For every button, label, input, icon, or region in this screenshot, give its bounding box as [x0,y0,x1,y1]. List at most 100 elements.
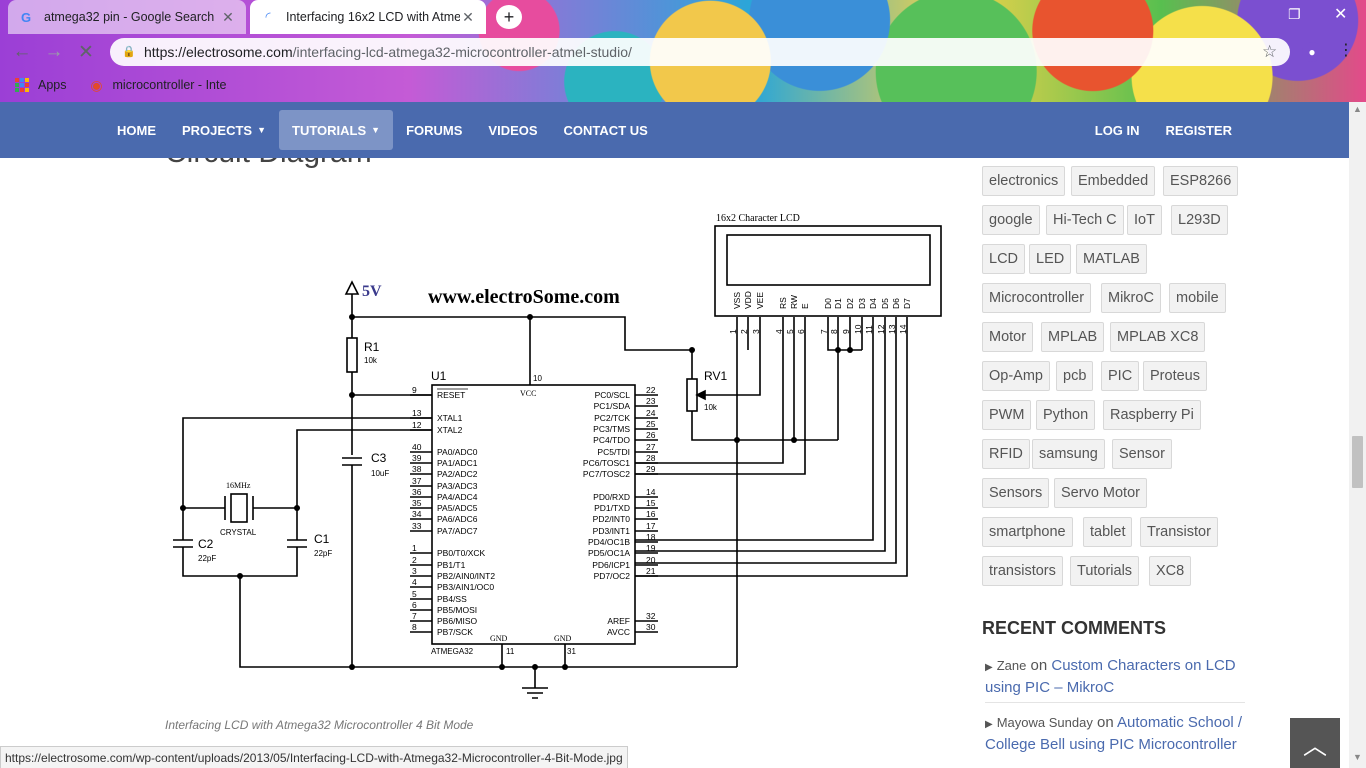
tag-link[interactable]: mobile [1169,283,1226,313]
tag-link[interactable]: PIC [1101,361,1140,391]
chrome-menu-icon[interactable]: ⋮ [1338,40,1354,60]
tag-link[interactable]: Sensor [1112,439,1172,469]
tag-link[interactable]: Tutorials [1070,556,1140,586]
close-tab-icon[interactable]: ✕ [460,9,476,26]
u1-label: U1 [431,369,447,383]
tab-interfacing-lcd[interactable]: ◜ Interfacing 16x2 LCD with Atmeg ✕ [250,0,486,34]
pin-name: AREF [607,616,630,626]
scroll-up-icon[interactable]: ▲ [1353,104,1362,114]
tag-link[interactable]: L293D [1171,205,1228,235]
nav-videos[interactable]: VIDEOS [475,110,550,150]
pin-number: 17 [646,521,656,531]
tag-link[interactable]: LCD [982,244,1026,274]
pin-number: 30 [646,622,656,632]
tag-link[interactable]: MPLAB XC8 [1110,322,1206,352]
address-bar[interactable]: 🔒 https://electrosome.com/interfacing-lc… [110,38,1290,66]
recent-comments-heading: RECENT COMMENTS [982,618,1166,638]
pin-name: PB5/MOSI [437,605,477,615]
tag-link[interactable]: Sensors [982,478,1050,508]
bookmark-star-icon[interactable]: ☆ [1262,42,1277,62]
pin-name: PC1/SDA [594,401,631,411]
tag-link[interactable]: RFID [982,439,1030,469]
comment-author[interactable]: Mayowa Sunday [997,715,1093,730]
tag-link[interactable]: Motor [982,322,1034,352]
nav-tutorials[interactable]: TUTORIALS ▼ [279,110,394,150]
crystal-frequency: 16MHz [226,481,251,490]
lcd-pin-number: 8 [829,329,839,334]
tag-link[interactable]: tablet [1083,517,1133,547]
back-button[interactable]: ← [10,40,34,64]
tag-link[interactable]: Servo Motor [1054,478,1147,508]
profile-avatar[interactable]: ● [1302,42,1322,62]
pin-number: 35 [412,498,422,508]
nav-register[interactable]: REGISTER [1153,110,1245,150]
pin-number: 26 [646,430,656,440]
nav-projects[interactable]: PROJECTS ▼ [169,110,279,150]
tag-link[interactable]: LED [1029,244,1072,274]
tag-link[interactable]: Microcontroller [982,283,1092,313]
tag-link[interactable]: PWM [982,400,1032,430]
page-scrollbar[interactable] [1349,102,1366,768]
tag-link[interactable]: pcb [1056,361,1094,391]
pin-number: 29 [646,464,656,474]
tag-link[interactable]: transistors [982,556,1063,586]
stop-loading-button[interactable]: ✕ [74,40,98,64]
tag-link[interactable]: IoT [1127,205,1162,235]
nav-log-in[interactable]: LOG IN [1082,110,1153,150]
tag-link[interactable]: smartphone [982,517,1073,547]
tag-link[interactable]: samsung [1032,439,1105,469]
pin-name: PA1/ADC1 [437,458,478,468]
lcd-pin-number: 3 [751,329,761,334]
tab-title: atmega32 pin - Google Search [44,10,215,24]
pin-number: 22 [646,385,656,395]
scrollbar-thumb[interactable] [1352,436,1363,488]
tab-google-search[interactable]: G atmega32 pin - Google Search ✕ [8,0,246,34]
r1-label: R1 [364,340,380,354]
nav-home[interactable]: HOME [104,110,169,150]
back-to-top-button[interactable]: ︿ [1290,718,1340,768]
nav-contact-us[interactable]: CONTACT US [551,110,661,150]
tag-link[interactable]: electronics [982,166,1066,196]
tag-link[interactable]: ESP8266 [1163,166,1239,196]
tag-link[interactable]: Hi-Tech C [1046,205,1124,235]
circuit-diagram[interactable]: 9 RESET13 XTAL112 XTAL240 PA0/ADC039 PA1/ADC1… [165,185,955,705]
tag-link[interactable]: MPLAB [1041,322,1105,352]
pin-name: PB4/SS [437,594,467,604]
pin-number: 25 [646,419,656,429]
bookmark-microcontroller[interactable]: ◉ microcontroller - Inte [89,77,226,93]
close-tab-icon[interactable]: ✕ [220,9,236,26]
forward-button[interactable]: → [42,40,66,64]
pin-name: PD5/OC1A [588,548,630,558]
lcd-pin-name: E [800,303,810,309]
tag-link[interactable]: Transistor [1140,517,1218,547]
scroll-down-icon[interactable]: ▼ [1353,752,1362,762]
comment-author[interactable]: Zane [997,658,1027,673]
divider [985,702,1245,703]
chip-name: ATMEGA32 [431,647,474,656]
close-window-icon[interactable]: ✕ [1334,4,1347,24]
pin-number: 39 [412,453,422,463]
lock-icon: 🔒 [122,46,136,58]
pin-name: PD2/INT0 [593,514,631,524]
lcd-pin-name: VEE [755,292,765,309]
pin-number: 34 [412,509,422,519]
tag-link[interactable]: Python [1036,400,1096,430]
tag-link[interactable]: Embedded [1071,166,1156,196]
tag-link[interactable]: Op-Amp [982,361,1050,391]
restore-window-icon[interactable]: ❐ [1288,6,1304,22]
pin-number: 32 [646,611,656,621]
pin-number: 16 [646,509,656,519]
tag-link[interactable]: Raspberry Pi [1103,400,1201,430]
tag-link[interactable]: MATLAB [1076,244,1147,274]
new-tab-button[interactable]: + [496,5,522,29]
tag-link[interactable]: google [982,205,1040,235]
tag-link[interactable]: XC8 [1149,556,1192,586]
status-bar: https://electrosome.com/wp-content/uploa… [0,746,628,768]
tag-link[interactable]: Proteus [1143,361,1207,391]
nav-forums[interactable]: FORUMS [393,110,475,150]
lcd-pin-name: VSS [732,292,742,309]
tag-link[interactable]: MikroC [1101,283,1161,313]
bullet-icon: ▶ [985,719,993,730]
bookmark-apps[interactable]: Apps [14,77,67,93]
pin-number: 4 [412,577,417,587]
